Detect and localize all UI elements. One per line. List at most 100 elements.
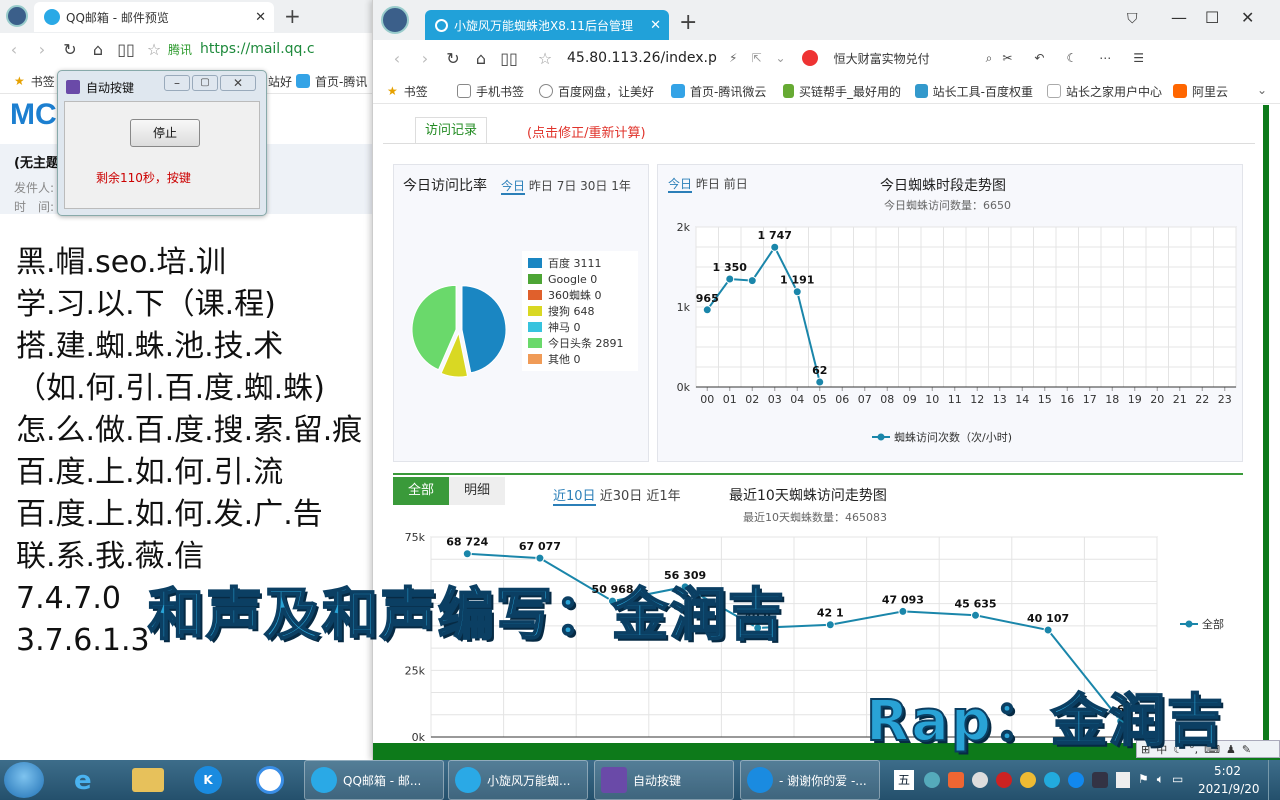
tray-icon[interactable]: [924, 772, 940, 788]
clock-date[interactable]: 2021/9/20: [1198, 782, 1260, 796]
tray-icon[interactable]: [996, 772, 1012, 788]
pie-legend-item[interactable]: 神马 0: [528, 319, 632, 335]
folder-icon[interactable]: [132, 768, 164, 792]
address-bar[interactable]: https://mail.qq.c: [200, 41, 315, 57]
range-day-before[interactable]: 前日: [724, 177, 748, 191]
pie-legend-item[interactable]: 360蜘蛛 0: [528, 287, 632, 303]
tab-detail[interactable]: 明细: [449, 477, 505, 505]
chevron-down-icon[interactable]: ⌄: [1257, 83, 1267, 97]
recalculate-link[interactable]: (点击修正/重新计算): [527, 122, 646, 141]
range-1y[interactable]: 1年: [611, 179, 631, 193]
tray-icon[interactable]: [1068, 772, 1084, 788]
new-tab-icon[interactable]: +: [679, 10, 697, 35]
tray-icon[interactable]: [1020, 772, 1036, 788]
show-desktop-button[interactable]: [1268, 760, 1280, 800]
kugou-icon[interactable]: K: [194, 766, 222, 794]
bookmark-item[interactable]: 阿里云: [1173, 78, 1253, 104]
range-yesterday[interactable]: 昨日: [696, 177, 720, 191]
tray-icon[interactable]: [948, 772, 964, 788]
task-spider-pool[interactable]: 小旋风万能蜘...: [448, 760, 588, 800]
bookmark-item[interactable]: 站长工具-百度权重: [915, 78, 1033, 104]
scissors-icon[interactable]: ✂: [1002, 51, 1012, 65]
pie-legend-item[interactable]: 其他 0: [528, 351, 632, 367]
stop-button[interactable]: 停止: [130, 119, 200, 147]
minimize-button[interactable]: –: [164, 75, 190, 91]
moon-icon[interactable]: ☾: [1066, 51, 1077, 65]
refresh-icon[interactable]: ↻: [439, 44, 467, 72]
address-bar[interactable]: 45.80.113.26/index.php: [567, 50, 717, 66]
user-icon[interactable]: ♟: [1226, 743, 1236, 756]
tshirt-icon[interactable]: ⛉: [1127, 11, 1138, 27]
clipboard-icon[interactable]: [1116, 772, 1130, 788]
ime-indicator[interactable]: 五: [894, 770, 914, 790]
tray-icon[interactable]: [972, 772, 988, 788]
pie-legend-item[interactable]: Google 0: [528, 271, 632, 287]
search-hint[interactable]: 恒大财富实物兑付: [834, 50, 930, 67]
share-icon[interactable]: ⇱: [751, 51, 761, 65]
reader-icon[interactable]: ▯▯: [495, 44, 523, 72]
bookmark-item[interactable]: 买链帮手_最好用的: [783, 78, 901, 104]
range-today[interactable]: 今日: [668, 177, 693, 193]
menu-icon[interactable]: ☰: [1133, 51, 1144, 65]
ie-icon[interactable]: e: [74, 766, 92, 796]
home-icon[interactable]: ⌂: [84, 35, 112, 63]
pie-legend-item[interactable]: 搜狗 648: [528, 303, 632, 319]
avatar[interactable]: [6, 5, 28, 27]
pie-legend-item[interactable]: 今日头条 2891: [528, 335, 632, 351]
star-icon[interactable]: ☆: [140, 35, 168, 63]
volume-icon[interactable]: 🔈︎: [1157, 772, 1164, 788]
tab-visit-log[interactable]: 访问记录: [415, 117, 487, 143]
undo-icon[interactable]: ↶: [1034, 51, 1044, 65]
back-icon[interactable]: ‹: [383, 44, 411, 72]
search-icon[interactable]: ⌕: [986, 51, 993, 66]
start-button[interactable]: [4, 762, 44, 798]
bookmark-star[interactable]: ★ 书签: [387, 78, 428, 104]
task-kugou[interactable]: - 谢谢你的爱 -...: [740, 760, 880, 800]
range-7d[interactable]: 7日: [557, 179, 577, 193]
bookmark-item[interactable]: 首页-腾讯: [296, 68, 367, 94]
clock-time[interactable]: 5:02: [1214, 764, 1241, 778]
bookmark-item[interactable]: 手机书签: [457, 78, 524, 104]
bookmark-item[interactable]: 站好: [268, 68, 292, 94]
close-icon[interactable]: ✕: [255, 10, 266, 25]
tray-icon[interactable]: [1044, 772, 1060, 788]
tab-spider-pool[interactable]: 小旋风万能蜘蛛池X8.11后台管理 ✕: [425, 10, 669, 40]
baidu-netdisk-icon[interactable]: [256, 766, 284, 794]
flash-icon[interactable]: ⚡: [729, 51, 737, 65]
close-button[interactable]: ✕: [220, 75, 256, 91]
range-30d[interactable]: 30日: [580, 179, 607, 193]
more-icon[interactable]: ⋯: [1099, 51, 1111, 65]
maximize-button[interactable]: ▢: [192, 75, 218, 91]
network-icon[interactable]: ▭: [1172, 772, 1183, 788]
flag-icon[interactable]: ⚑: [1138, 772, 1149, 788]
close-window-icon[interactable]: ✕: [1241, 8, 1254, 27]
maximize-icon[interactable]: ☐: [1205, 8, 1219, 27]
tab-qq-mail[interactable]: QQ邮箱 - 邮件预览 ✕: [34, 2, 274, 32]
avatar[interactable]: [381, 6, 409, 34]
range-30d[interactable]: 近30日: [600, 489, 643, 504]
bookmark-star[interactable]: ★ 书签: [14, 68, 55, 94]
bookmark-item[interactable]: 百度网盘，让美好: [539, 78, 655, 104]
task-qq-mail[interactable]: QQ邮箱 - 邮...: [304, 760, 444, 800]
range-yesterday[interactable]: 昨日: [529, 179, 553, 193]
settings-icon[interactable]: ✎: [1242, 743, 1251, 756]
home-icon[interactable]: ⌂: [467, 44, 495, 72]
search-engine-icon[interactable]: [801, 50, 818, 66]
pie-legend-item[interactable]: 百度 3111: [528, 255, 632, 271]
new-tab-icon[interactable]: +: [284, 4, 301, 28]
minimize-icon[interactable]: —: [1171, 8, 1187, 27]
range-1y[interactable]: 近1年: [646, 489, 680, 504]
bookmark-item[interactable]: 首页-腾讯微云: [671, 78, 766, 104]
tray-icon[interactable]: [1092, 772, 1108, 788]
task-auto-key[interactable]: 自动按键: [594, 760, 734, 800]
tab-all[interactable]: 全部: [393, 477, 449, 505]
chevron-down-icon[interactable]: ⌄: [776, 51, 786, 65]
close-icon[interactable]: ✕: [650, 18, 661, 33]
back-icon[interactable]: ‹: [0, 35, 28, 63]
range-10d[interactable]: 近10日: [553, 489, 596, 506]
refresh-icon[interactable]: ↻: [56, 35, 84, 63]
bookmark-item[interactable]: 站长之家用户中心: [1047, 78, 1165, 104]
reader-icon[interactable]: ▯▯: [112, 35, 140, 63]
star-icon[interactable]: ☆: [531, 44, 559, 72]
range-today[interactable]: 今日: [501, 179, 526, 195]
